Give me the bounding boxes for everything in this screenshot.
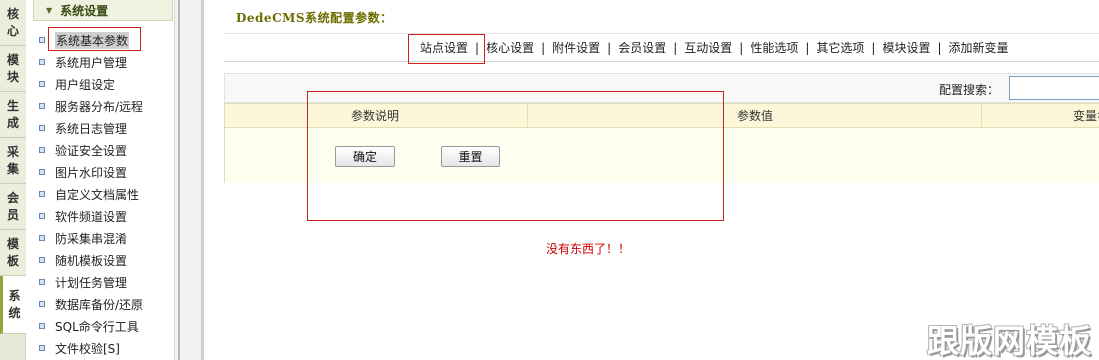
tab-interaction[interactable]: 互动设置	[684, 39, 732, 56]
bullet-icon	[39, 59, 45, 65]
vtab-char: 生	[6, 98, 19, 113]
tab-separator: |	[541, 40, 546, 55]
menu-item-label: 随机模板设置	[55, 253, 128, 268]
vtab-char: 会	[6, 190, 19, 205]
vtab-char: 员	[6, 207, 19, 222]
tab-other[interactable]: 其它选项	[816, 39, 864, 56]
tab-separator: |	[871, 40, 876, 55]
vtab-char: 核	[6, 6, 19, 21]
bullet-icon	[39, 81, 45, 87]
vtab-template[interactable]: 模板	[0, 230, 26, 276]
vtab-char: 模	[6, 52, 19, 67]
bullet-icon	[39, 301, 45, 307]
vtab-char: 心	[6, 23, 19, 38]
vtab-char: 成	[6, 115, 19, 130]
bullet-icon	[39, 213, 45, 219]
bullet-icon	[39, 191, 45, 197]
splitter-line	[178, 0, 180, 360]
vtab-char: 块	[6, 69, 19, 84]
tab-separator: |	[739, 40, 744, 55]
column-header-value: 参数值	[737, 109, 774, 123]
page-title: DedeCMS系统配置参数：	[236, 11, 393, 25]
bullet-icon	[39, 37, 45, 43]
tab-highlight-box	[408, 34, 485, 64]
vtab-collect[interactable]: 采集	[0, 138, 26, 184]
vtab-module[interactable]: 模块	[0, 46, 26, 92]
empty-message: 没有东西了！！	[546, 242, 631, 256]
column-divider	[981, 104, 982, 128]
menu-item-label: 计划任务管理	[55, 275, 128, 290]
menu-item-servers[interactable]: 服务器分布/远程	[39, 97, 143, 115]
tab-module[interactable]: 模块设置	[882, 39, 930, 56]
menu-item-label: 软件频道设置	[55, 209, 128, 224]
menu-item-software-channel[interactable]: 软件频道设置	[39, 207, 127, 225]
tab-separator: |	[937, 40, 942, 55]
vtab-char: 集	[6, 161, 19, 176]
bullet-icon	[39, 169, 45, 175]
menu-item-watermark[interactable]: 图片水印设置	[39, 163, 127, 181]
bullet-icon	[39, 257, 45, 263]
menu-item-label: 数据库备份/还原	[55, 297, 144, 312]
vtab-char: 板	[6, 253, 19, 268]
bullet-icon	[39, 147, 45, 153]
tab-member[interactable]: 会员设置	[618, 39, 666, 56]
title-bar: DedeCMS系统配置参数：	[224, 0, 1099, 34]
module-tab-strip: 核心 模块 生成 采集 会员 模板 系统	[0, 0, 26, 360]
tab-separator: |	[607, 40, 612, 55]
menu-item-user-groups[interactable]: 用户组设定	[39, 75, 115, 93]
tab-separator: |	[805, 40, 810, 55]
form-highlight-box	[307, 91, 724, 221]
menu-item-label: 验证安全设置	[55, 143, 128, 158]
vtab-char: 系	[8, 288, 21, 303]
bullet-icon	[39, 279, 45, 285]
menu-item-label: 自定义文档属性	[55, 187, 140, 202]
tab-add-variable[interactable]: 添加新变量	[949, 39, 1009, 56]
menu-group-title: 系统设置	[60, 3, 109, 18]
menu-group-header[interactable]: ▼ 系统设置	[33, 0, 173, 21]
menu-item-label: 服务器分布/远程	[55, 99, 144, 114]
tab-separator: |	[673, 40, 678, 55]
menu-highlight-box	[48, 27, 141, 51]
menu-item-random-template[interactable]: 随机模板设置	[39, 251, 127, 269]
tab-performance[interactable]: 性能选项	[750, 39, 798, 56]
panel-splitter[interactable]	[174, 0, 204, 360]
vtab-char: 采	[6, 144, 19, 159]
menu-item-db-backup[interactable]: 数据库备份/还原	[39, 295, 143, 313]
menu-item-scheduled-tasks[interactable]: 计划任务管理	[39, 273, 127, 291]
menu-item-label: 图片水印设置	[55, 165, 128, 180]
menu-item-label: 系统日志管理	[55, 121, 128, 136]
bullet-icon	[39, 235, 45, 241]
menu-item-anti-collect[interactable]: 防采集串混淆	[39, 229, 127, 247]
vtab-char: 模	[6, 236, 19, 251]
search-label: 配置搜索：	[939, 83, 1000, 97]
menu-item-logs[interactable]: 系统日志管理	[39, 119, 127, 137]
vtab-system[interactable]: 系统	[0, 276, 26, 334]
bullet-icon	[39, 323, 45, 329]
vtab-generate[interactable]: 生成	[0, 92, 26, 138]
sidebar-menu: ▼ 系统设置 系统基本参数 系统用户管理 用户组设定 服务器分布/远程 系统日志…	[27, 0, 174, 360]
bullet-icon	[39, 125, 45, 131]
menu-item-label: 系统用户管理	[55, 55, 128, 70]
menu-item-users[interactable]: 系统用户管理	[39, 53, 127, 71]
config-search-input[interactable]	[1009, 76, 1099, 100]
column-header-var: 变量名	[1073, 109, 1099, 123]
menu-item-label: 文件校验[S]	[55, 341, 120, 356]
menu-item-label: SQL命令行工具	[55, 319, 139, 334]
watermark-logo: 跟版网模板	[927, 322, 1093, 360]
menu-item-file-check[interactable]: 文件校验[S]	[39, 339, 120, 357]
menu-item-security[interactable]: 验证安全设置	[39, 141, 127, 159]
menu-item-sql-tool[interactable]: SQL命令行工具	[39, 317, 139, 335]
vtab-core[interactable]: 核心	[0, 0, 26, 46]
tab-attachment[interactable]: 附件设置	[552, 39, 600, 56]
bullet-icon	[39, 345, 45, 351]
tab-core[interactable]: 核心设置	[486, 39, 534, 56]
settings-tabs: 站点设置 | 核心设置 | 附件设置 | 会员设置 | 互动设置 | 性能选项 …	[224, 34, 1099, 62]
menu-item-label: 用户组设定	[55, 77, 116, 92]
menu-item-label: 防采集串混淆	[55, 231, 128, 246]
vtab-member[interactable]: 会员	[0, 184, 26, 230]
triangle-down-icon: ▼	[46, 5, 53, 15]
vtab-char: 统	[8, 305, 21, 320]
bullet-icon	[39, 103, 45, 109]
menu-item-doc-attributes[interactable]: 自定义文档属性	[39, 185, 139, 203]
